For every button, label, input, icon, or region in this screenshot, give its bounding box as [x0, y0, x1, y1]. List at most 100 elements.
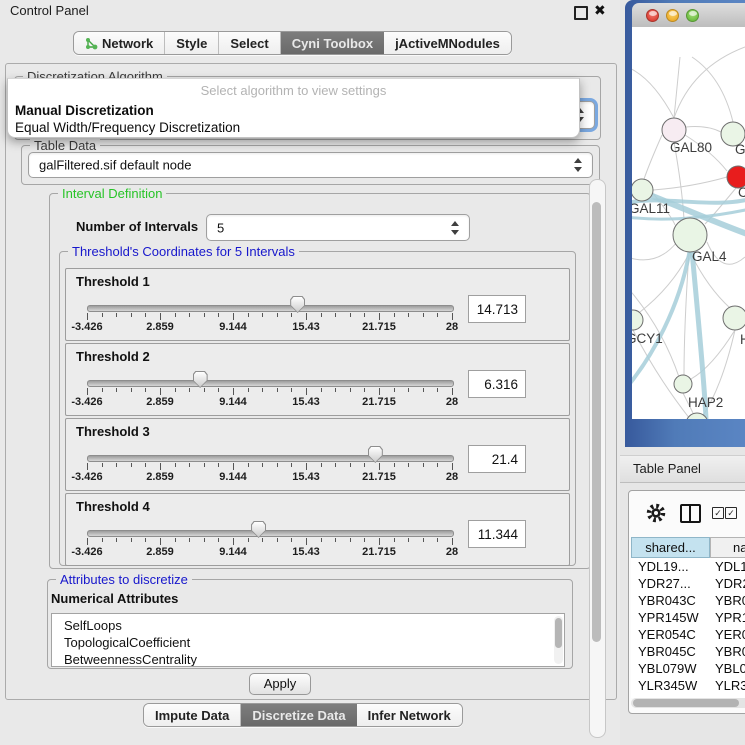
column-header-name[interactable]: name: [710, 537, 745, 558]
hap2-node[interactable]: [674, 375, 692, 393]
table-row[interactable]: YDL19...YDL19: [631, 558, 745, 575]
cell-shared-name[interactable]: YBR043C: [631, 592, 710, 609]
tab-impute-data[interactable]: Impute Data: [144, 704, 241, 726]
threshold-label: Threshold 3: [76, 424, 150, 439]
table-row[interactable]: YDR27...YDR27: [631, 575, 745, 592]
cell-shared-name[interactable]: YBL079W: [631, 660, 710, 677]
threshold-value-field[interactable]: 11.344: [468, 520, 526, 548]
numerical-attributes-label: Numerical Attributes: [51, 591, 178, 606]
table-row[interactable]: YBL079WYBL079W: [631, 660, 745, 677]
table-row[interactable]: YER054CYER054C: [631, 626, 745, 643]
tick-mark: [437, 538, 438, 542]
tab-style[interactable]: Style: [165, 32, 219, 54]
table-row[interactable]: YBR043CYBR043C: [631, 592, 745, 609]
threshold-value-field[interactable]: 14.713: [468, 295, 526, 323]
close-button[interactable]: [646, 9, 659, 22]
tick-label: -3.426: [71, 471, 102, 483]
gal4-node[interactable]: [673, 218, 707, 252]
attribute-item-topologicalcoefficient[interactable]: TopologicalCoefficient: [52, 634, 564, 651]
panel-scrollbar[interactable]: [589, 179, 606, 738]
attribute-item-selfloops[interactable]: SelfLoops: [52, 617, 564, 634]
tab-jactivemnodules[interactable]: jActiveMNodules: [384, 32, 511, 54]
button-gloss: [689, 11, 697, 16]
slider-track[interactable]: [87, 455, 454, 462]
cell-name[interactable]: YLR345W: [710, 677, 745, 694]
cell-shared-name[interactable]: YER054C: [631, 626, 710, 643]
gal11-node[interactable]: [632, 179, 653, 201]
column-layout-icon[interactable]: [680, 504, 701, 523]
tick-mark: [277, 388, 278, 392]
tab-label: Infer Network: [368, 708, 451, 723]
tab-infer-network[interactable]: Infer Network: [357, 704, 462, 726]
table-data-combobox[interactable]: galFiltered.sif default node: [28, 152, 593, 178]
tick-mark: [408, 388, 409, 392]
tab-select[interactable]: Select: [219, 32, 280, 54]
table-row[interactable]: YBR045CYBR045C: [631, 643, 745, 660]
tick-label: 2.859: [146, 396, 174, 408]
tick-mark: [175, 388, 176, 392]
cell-shared-name[interactable]: YLR345W: [631, 677, 710, 694]
cell-shared-name[interactable]: YPR145W: [631, 609, 710, 626]
popup-item-equal-width-frequency-discretization[interactable]: Equal Width/Frequency Discretization: [15, 120, 240, 135]
table-row[interactable]: YPR145WYPR145W: [631, 609, 745, 626]
cell-name[interactable]: YPR145W: [710, 609, 745, 626]
number-of-intervals-label: Number of Intervals: [76, 219, 198, 234]
h-node[interactable]: [723, 306, 745, 330]
threshold-panel-4: Threshold 4-3.4262.8599.14415.4321.71528…: [65, 493, 570, 566]
cell-name[interactable]: YBL079W: [710, 660, 745, 677]
popup-item-manual-discretization[interactable]: Manual Discretization: [15, 103, 154, 118]
gcy1-node[interactable]: [632, 310, 643, 330]
column-header-shared-name[interactable]: shared...: [631, 537, 710, 558]
tick-label: 15.43: [292, 321, 320, 333]
tab-cyni-toolbox[interactable]: Cyni Toolbox: [281, 32, 384, 54]
tick-mark: [102, 538, 103, 542]
node-label-c: C: [738, 185, 745, 200]
tab-discretize-data[interactable]: Discretize Data: [241, 704, 356, 726]
cell-name[interactable]: YBR045C: [710, 643, 745, 660]
table-hscrollbar-thumb[interactable]: [633, 699, 739, 707]
apply-button[interactable]: Apply: [249, 673, 311, 695]
network-canvas[interactable]: GAL80GACGAL11GAL4GCY1HHAP2: [632, 27, 745, 419]
cell-name[interactable]: YBR043C: [710, 592, 745, 609]
tick-mark: [350, 538, 351, 542]
close-icon[interactable]: ✖: [594, 2, 606, 19]
slider-ticks: [87, 463, 452, 471]
node-table-widget: ✓ ✓ shared... name YDL19...YDL19YDR27...…: [628, 490, 745, 714]
number-of-intervals-spinner[interactable]: 5: [206, 214, 470, 241]
tick-mark: [175, 313, 176, 317]
table-horizontal-scrollbar[interactable]: [631, 698, 745, 708]
attribute-item-betweennesscentrality[interactable]: BetweennessCentrality: [52, 651, 564, 667]
cell-shared-name[interactable]: YDR27...: [631, 575, 710, 592]
gal80-node[interactable]: [662, 118, 686, 142]
slider-track[interactable]: [87, 530, 454, 537]
network-edge: [686, 127, 721, 132]
cell-name[interactable]: YDR27: [710, 575, 745, 592]
table-row[interactable]: YLR345WYLR345W: [631, 677, 745, 694]
threshold-value-field[interactable]: 6.316: [468, 370, 526, 398]
checkbox-icon[interactable]: ✓: [725, 507, 737, 519]
attributes-scrollbar-thumb[interactable]: [555, 618, 562, 648]
threshold-value-field[interactable]: 21.4: [468, 445, 526, 473]
panel-scrollbar-thumb[interactable]: [592, 202, 601, 642]
numerical-attributes-list[interactable]: SelfLoopsTopologicalCoefficientBetweenne…: [51, 613, 565, 667]
cell-shared-name[interactable]: YBR045C: [631, 643, 710, 660]
slider-track[interactable]: [87, 305, 454, 312]
tick-mark: [218, 463, 219, 467]
cell-name[interactable]: YDL19: [710, 558, 745, 575]
checkbox-icon[interactable]: ✓: [712, 507, 724, 519]
minimize-button[interactable]: [666, 9, 679, 22]
tab-network[interactable]: Network: [74, 32, 165, 54]
slider-track[interactable]: [87, 380, 454, 387]
tick-mark: [131, 313, 132, 317]
cell-name[interactable]: YER054C: [710, 626, 745, 643]
thresholds-group-label: Threshold's Coordinates for 5 Intervals: [68, 244, 299, 259]
zoom-button[interactable]: [686, 9, 699, 22]
tick-mark: [335, 463, 336, 467]
tick-mark: [131, 538, 132, 542]
float-window-icon[interactable]: [574, 6, 588, 20]
settings-gear-icon[interactable]: [645, 502, 667, 524]
screen: Control Panel ✖ NetworkStyleSelectCyni T…: [0, 0, 745, 745]
attributes-scrollbar[interactable]: [554, 616, 563, 664]
threshold-label: Threshold 1: [76, 274, 150, 289]
cell-shared-name[interactable]: YDL19...: [631, 558, 710, 575]
